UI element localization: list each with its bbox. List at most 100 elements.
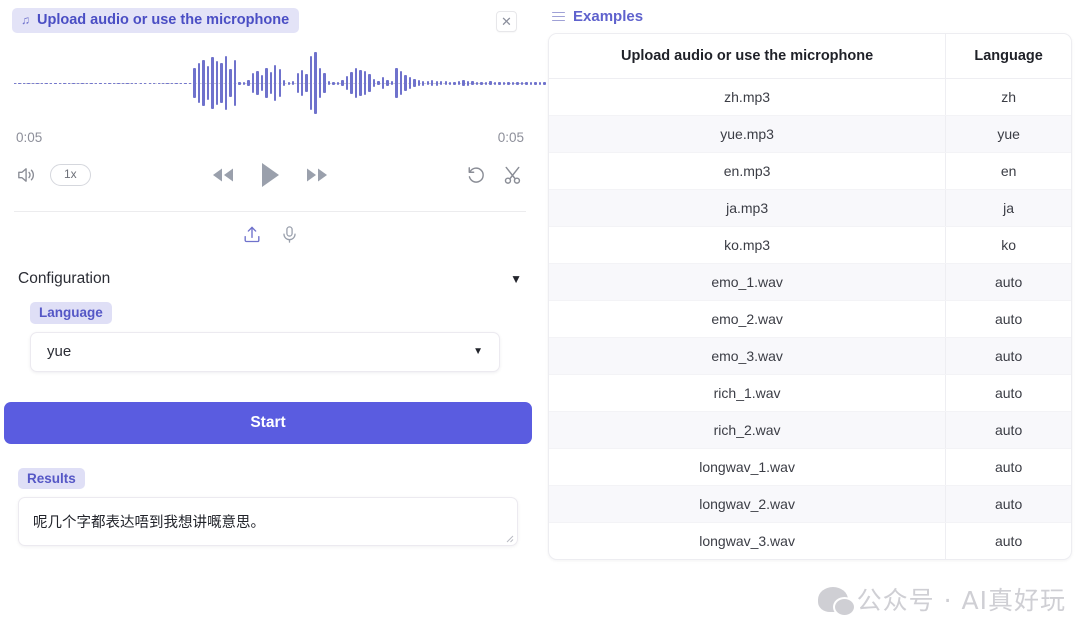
- waveform-bar: [377, 81, 380, 85]
- waveform-bar: [242, 81, 246, 85]
- table-row[interactable]: zh.mp3 zh: [549, 78, 1071, 116]
- results-label: Results: [18, 467, 85, 489]
- waveform-bar: [153, 82, 156, 84]
- language-label: Language: [30, 302, 112, 324]
- cell-language: auto: [945, 337, 1071, 375]
- waveform-bar: [135, 82, 138, 84]
- undo-icon[interactable]: [466, 165, 487, 186]
- waveform-bar: [507, 81, 510, 85]
- cell-language: yue: [945, 115, 1071, 153]
- configuration-section-header[interactable]: Configuration ▼: [0, 256, 540, 296]
- waveform-bar: [238, 81, 241, 85]
- waveform-bar: [413, 79, 416, 87]
- table-row[interactable]: longwav_1.wav auto: [549, 448, 1071, 486]
- playback-speed-button[interactable]: 1x: [50, 164, 91, 186]
- cell-language: auto: [945, 448, 1071, 486]
- volume-icon[interactable]: [16, 165, 38, 185]
- cell-file: emo_3.wav: [549, 337, 947, 375]
- waveform-bar: [323, 73, 326, 93]
- waveform-bar: [354, 68, 358, 98]
- waveform-bar: [466, 80, 470, 86]
- waveform-bar: [31, 82, 35, 84]
- wechat-icon: [817, 586, 856, 617]
- waveform-bar: [139, 82, 142, 84]
- table-row[interactable]: rich_2.wav auto: [549, 411, 1071, 449]
- waveform-bar: [484, 81, 488, 85]
- waveform-bar: [22, 82, 26, 84]
- waveform-bar: [336, 81, 340, 85]
- waveform-bar: [435, 80, 438, 86]
- waveform-bar: [251, 73, 255, 93]
- waveform-bar: [215, 61, 219, 105]
- close-icon[interactable]: ✕: [496, 11, 517, 32]
- waveform-bar: [305, 74, 308, 92]
- waveform-bar: [130, 82, 133, 84]
- waveform-bar: [184, 82, 187, 84]
- cell-language: auto: [945, 374, 1071, 412]
- waveform-bar: [431, 80, 434, 86]
- cell-file: longwav_1.wav: [549, 448, 947, 486]
- upload-icon[interactable]: [242, 224, 262, 245]
- waveform-bar: [444, 81, 447, 85]
- waveform-bar: [85, 82, 89, 84]
- column-header-language: Language: [945, 34, 1071, 79]
- audio-transport-controls: 1x: [0, 147, 540, 203]
- audio-input-actions: [0, 212, 540, 256]
- waveform-bar: [94, 82, 98, 84]
- waveform-bar: [520, 81, 524, 85]
- examples-card: Upload audio or use the microphone Langu…: [548, 33, 1072, 560]
- cell-language: auto: [945, 300, 1071, 338]
- list-icon: [552, 11, 565, 22]
- waveform-bar: [390, 81, 394, 85]
- waveform-bar: [489, 81, 492, 85]
- table-row[interactable]: ja.mp3 ja: [549, 189, 1071, 227]
- examples-panel: Examples Upload audio or use the microph…: [540, 0, 1080, 631]
- waveform-bar: [14, 82, 17, 84]
- play-icon[interactable]: [257, 160, 283, 190]
- language-select[interactable]: yue ▼: [30, 331, 500, 372]
- waveform-bar: [76, 82, 80, 84]
- waveform-bar: [229, 69, 232, 97]
- waveform-bar: [45, 82, 48, 84]
- cell-language: auto: [945, 411, 1071, 449]
- configuration-title: Configuration: [18, 270, 111, 287]
- table-row[interactable]: en.mp3 en: [549, 152, 1071, 190]
- table-row[interactable]: emo_2.wav auto: [549, 300, 1071, 338]
- table-row[interactable]: ko.mp3 ko: [549, 226, 1071, 264]
- chevron-down-icon[interactable]: ▼: [510, 272, 522, 286]
- watermark-text: 公众号 · AI真好玩: [856, 586, 1066, 615]
- fast-forward-icon[interactable]: [303, 165, 331, 185]
- table-row[interactable]: yue.mp3 yue: [549, 115, 1071, 153]
- waveform-bar: [386, 80, 389, 86]
- cell-file: emo_1.wav: [549, 263, 947, 301]
- waveform-bar: [126, 82, 129, 84]
- results-textarea[interactable]: 呢几个字都表达唔到我想讲嘅意思。: [18, 497, 518, 546]
- table-row[interactable]: emo_1.wav auto: [549, 263, 1071, 301]
- waveform-bar: [121, 82, 125, 84]
- start-button[interactable]: Start: [4, 401, 532, 444]
- waveform[interactable]: [14, 44, 914, 122]
- waveform-bar: [36, 82, 39, 84]
- waveform-bar: [99, 82, 102, 84]
- table-row[interactable]: rich_1.wav auto: [549, 374, 1071, 412]
- chevron-down-icon[interactable]: ▼: [473, 346, 483, 357]
- table-row[interactable]: longwav_3.wav auto: [549, 522, 1071, 559]
- table-row[interactable]: emo_3.wav auto: [549, 337, 1071, 375]
- examples-header: Examples: [548, 6, 1080, 25]
- waveform-bar: [327, 81, 331, 85]
- table-row[interactable]: longwav_2.wav auto: [549, 485, 1071, 523]
- resize-handle-icon[interactable]: [504, 533, 514, 543]
- microphone-icon[interactable]: [280, 224, 299, 245]
- waveform-bar: [471, 81, 474, 85]
- waveform-bar: [462, 80, 465, 86]
- cell-language: ja: [945, 189, 1071, 227]
- app-root: ♫ Upload audio or use the microphone ✕ 0…: [0, 0, 1080, 631]
- examples-table-body: zh.mp3 zh yue.mp3 yue en.mp3 en ja.mp3 ja ko.mp3…: [549, 78, 1071, 559]
- examples-table: Upload audio or use the microphone Langu…: [549, 34, 1071, 559]
- scissors-icon[interactable]: [503, 165, 524, 186]
- waveform-bar: [292, 81, 295, 85]
- rewind-icon[interactable]: [209, 165, 237, 185]
- waveform-bar: [161, 82, 165, 84]
- cell-file: rich_1.wav: [549, 374, 947, 412]
- waveform-bar: [502, 81, 506, 85]
